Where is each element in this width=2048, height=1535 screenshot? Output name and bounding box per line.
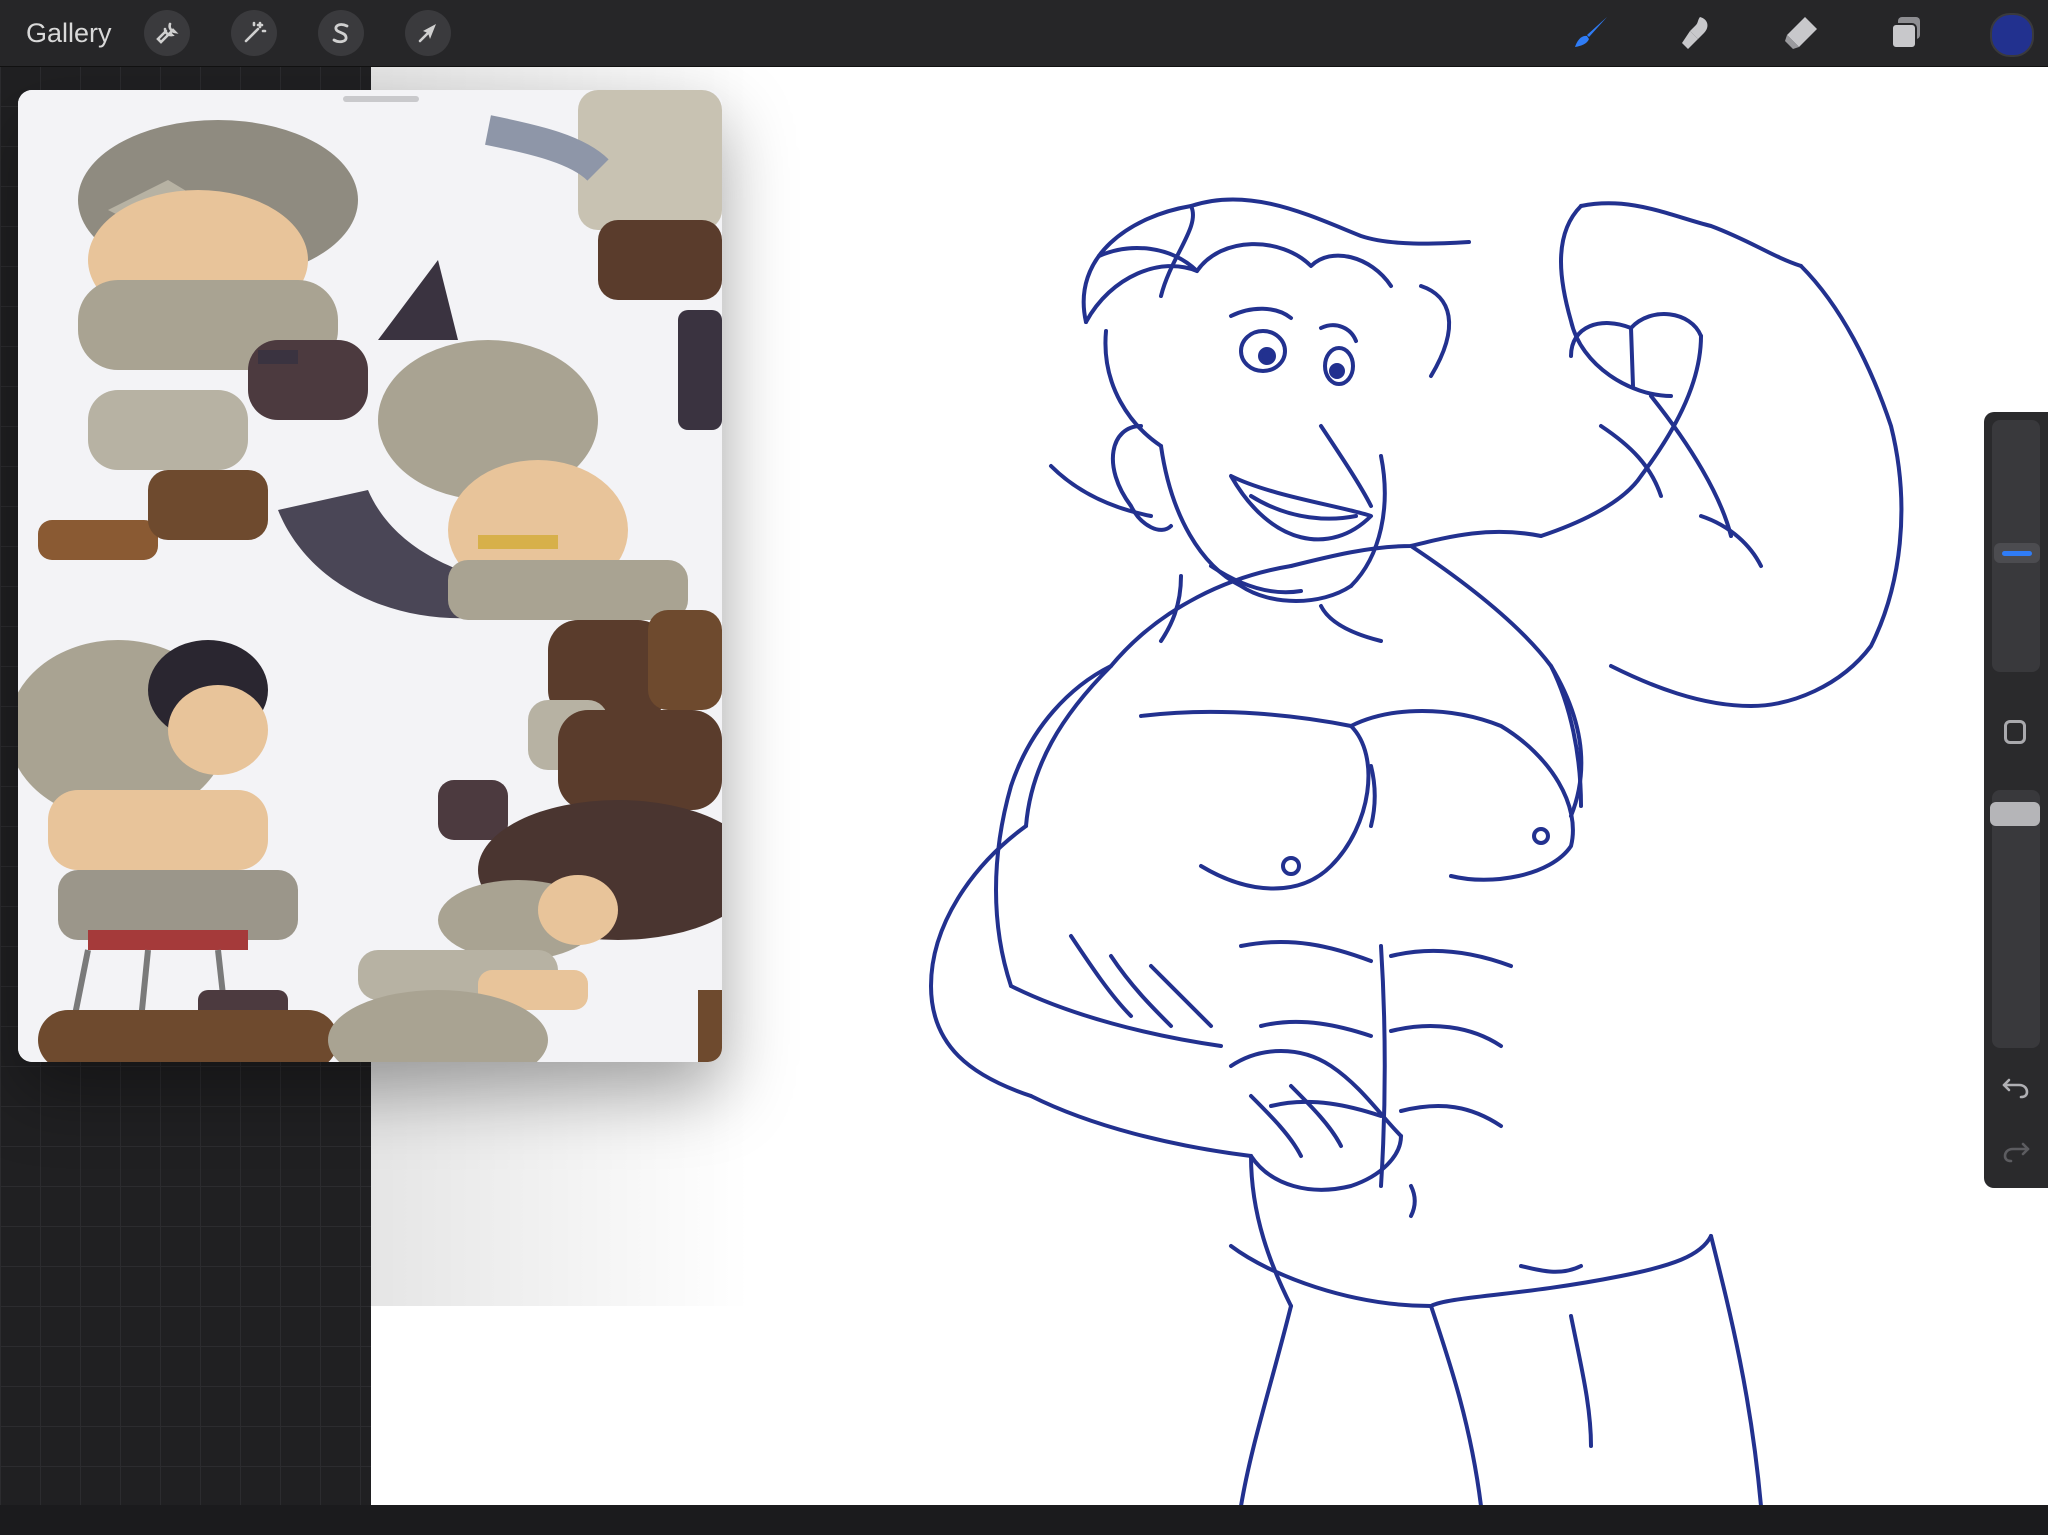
- wrench-icon: [156, 22, 179, 44]
- undo-button[interactable]: [1999, 1070, 2033, 1104]
- eraser-tool-button[interactable]: [1776, 8, 1826, 58]
- arrow-cursor-icon: [418, 24, 436, 43]
- gallery-button[interactable]: Gallery: [26, 14, 112, 52]
- redo-icon: [2003, 1142, 2030, 1163]
- layers-icon: [1891, 17, 1920, 49]
- adjustments-button[interactable]: [231, 10, 277, 56]
- actions-button[interactable]: [144, 10, 190, 56]
- bottom-bar: [0, 1505, 2048, 1535]
- undo-icon: [2002, 1078, 2029, 1099]
- brush-opacity-thumb[interactable]: [1990, 801, 2040, 826]
- modify-button[interactable]: [2004, 720, 2026, 744]
- redo-button[interactable]: [1999, 1134, 2033, 1168]
- smudge-icon: [1682, 17, 1708, 49]
- magic-wand-icon: [244, 21, 267, 43]
- selection-s-icon: [332, 23, 349, 44]
- reference-image: [18, 90, 722, 1062]
- layers-tool-button[interactable]: [1881, 8, 1931, 58]
- top-toolbar: Gallery: [0, 0, 2048, 67]
- brush-opacity-slider[interactable]: [1992, 790, 2040, 1048]
- brush-icon: [1575, 17, 1607, 47]
- smudge-tool-button[interactable]: [1671, 8, 1721, 58]
- color-picker-button[interactable]: [1990, 13, 2034, 57]
- eraser-icon: [1785, 17, 1817, 49]
- reference-window[interactable]: [18, 90, 722, 1062]
- selection-button[interactable]: [318, 10, 364, 56]
- brush-size-thumb[interactable]: [1994, 543, 2040, 564]
- reference-window-handle[interactable]: [343, 96, 419, 102]
- transform-button[interactable]: [405, 10, 451, 56]
- brush-tool-button[interactable]: [1566, 8, 1616, 58]
